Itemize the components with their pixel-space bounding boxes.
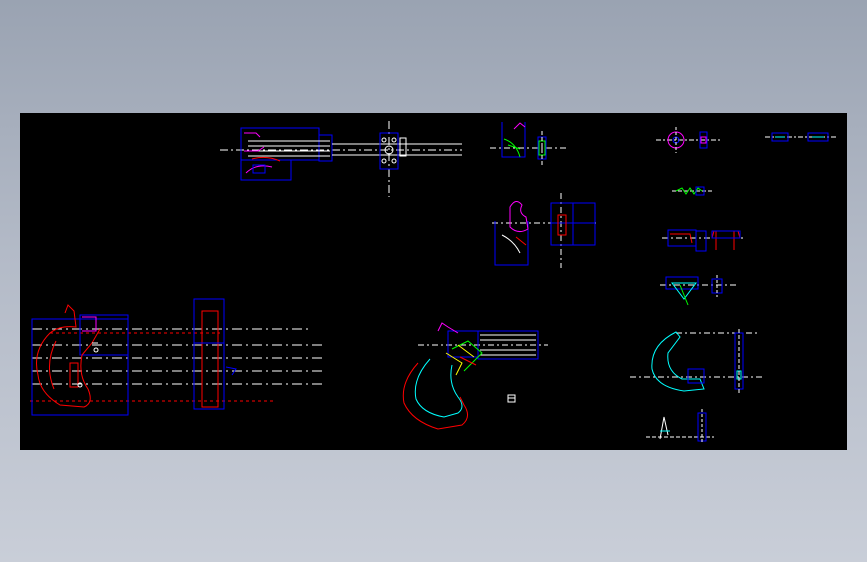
side-elevation: [30, 298, 326, 416]
assembly-view: [402, 322, 548, 430]
rod-detail: [765, 132, 838, 142]
barrel-step: [318, 134, 333, 162]
trigger-detail-2: [492, 193, 598, 268]
hammer-detail: [660, 275, 738, 306]
top-plan-view: [220, 121, 462, 197]
grip-outline: [36, 304, 101, 408]
trigger-detail-1: [490, 122, 568, 165]
pin-detail: [656, 127, 720, 153]
cad-drawing-viewport[interactable]: [20, 113, 847, 450]
grip-outline: [402, 362, 468, 430]
cad-drawing-canvas[interactable]: [20, 113, 847, 450]
frame-outline: [240, 159, 292, 181]
small-part-detail: [646, 409, 714, 443]
cylinder-block: [193, 298, 225, 410]
latch-detail: [662, 229, 745, 252]
grip-detail: [630, 329, 764, 395]
spring-detail: [672, 186, 712, 196]
grip-panel: [651, 331, 705, 392]
